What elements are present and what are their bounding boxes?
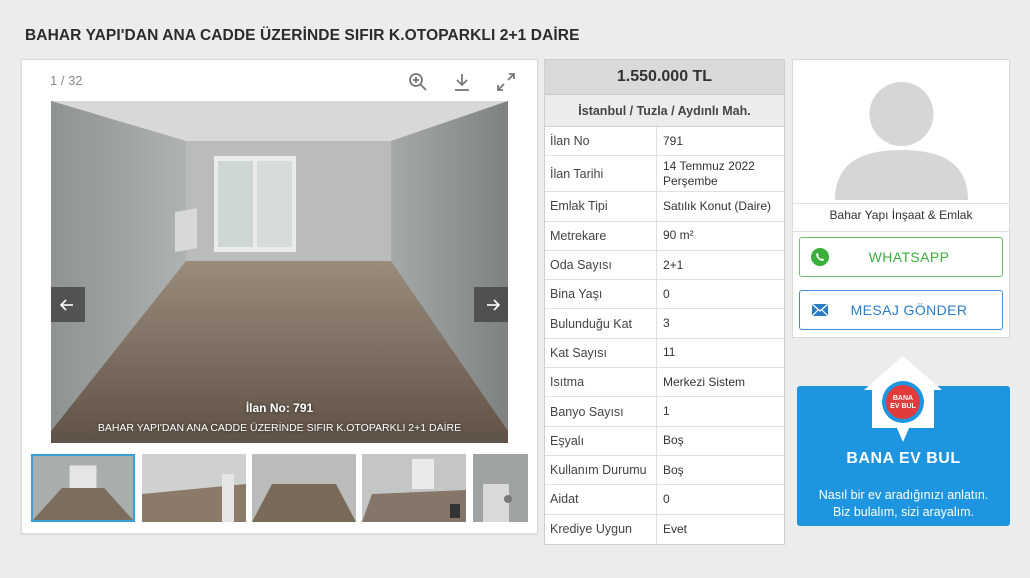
zoom-in-icon[interactable] <box>406 70 430 94</box>
thumbnail-5[interactable] <box>473 454 528 522</box>
send-message-button[interactable]: MESAJ GÖNDER <box>799 290 1003 330</box>
detail-label: Isıtma <box>545 368 657 397</box>
whatsapp-label: WHATSAPP <box>868 249 950 265</box>
detail-row: Kat Sayısı 11 <box>545 338 784 369</box>
thumbnail-3[interactable] <box>252 454 356 522</box>
photo-caption-title: BAHAR YAPI'DAN ANA CADDE ÜZERİNDE SIFIR … <box>97 422 462 434</box>
detail-value: Boş <box>663 462 684 477</box>
detail-row: Isıtma Merkezi Sistem <box>545 368 784 398</box>
agent-card: Bahar Yapı İnşaat & Emlak WHATSAPP MESAJ… <box>792 59 1010 338</box>
whatsapp-icon <box>810 247 830 267</box>
listing-location: İstanbul / Tuzla / Aydınlı Mah. <box>545 95 784 127</box>
detail-value: Evet <box>663 521 688 536</box>
detail-value: Merkezi Sistem <box>663 374 746 389</box>
detail-label: Kat Sayısı <box>545 338 657 368</box>
detail-label: Banyo Sayısı <box>545 397 657 426</box>
detail-value: 0 <box>663 491 670 506</box>
page-title: BAHAR YAPI'DAN ANA CADDE ÜZERİNDE SIFIR … <box>25 27 580 44</box>
detail-row: Bulunduğu Kat 3 <box>545 309 784 339</box>
detail-label: İlan No <box>545 127 657 156</box>
detail-label: İlan Tarihi <box>545 156 657 192</box>
whatsapp-button[interactable]: WHATSAPP <box>799 237 1003 277</box>
promo-text: Nasıl bir ev aradığınızı anlatın. Biz bu… <box>797 487 1010 521</box>
detail-value: 90 m² <box>663 228 694 243</box>
detail-value: 1 <box>663 404 670 419</box>
detail-row: İlan Tarihi 14 Temmuz 2022 Perşembe <box>545 156 784 193</box>
detail-label: Eşyalı <box>545 426 657 455</box>
listing-details: 1.550.000 TL İstanbul / Tuzla / Aydınlı … <box>544 59 785 545</box>
previous-photo-button[interactable] <box>51 287 85 322</box>
detail-row: Kullanım Durumu Boş <box>545 455 784 486</box>
detail-value: Satılık Konut (Daire) <box>663 198 772 213</box>
detail-label: Aidat <box>545 485 657 514</box>
download-icon[interactable] <box>450 70 474 94</box>
agent-name: Bahar Yapı İnşaat & Emlak <box>829 208 973 222</box>
promo-text-line1: Nasıl bir ev aradığınızı anlatın. <box>818 488 989 502</box>
detail-label: Krediye Uygun <box>545 514 657 544</box>
avatar <box>833 72 970 200</box>
detail-row: Krediye Uygun Evet <box>545 514 784 544</box>
find-me-a-home-banner[interactable]: BANA EV BUL BANA EV BUL Nasıl bir ev ara… <box>797 356 1010 526</box>
send-message-label: MESAJ GÖNDER <box>850 302 968 318</box>
listing-price: 1.550.000 TL <box>545 60 784 95</box>
thumbnail-2[interactable] <box>142 454 246 522</box>
detail-label: Oda Sayısı <box>545 250 657 280</box>
fullscreen-icon[interactable] <box>494 70 518 94</box>
thumbnail-1[interactable] <box>31 454 135 522</box>
house-badge-icon: BANA EV BUL <box>862 354 944 446</box>
arrow-right-icon <box>486 298 500 311</box>
divider <box>793 203 1009 204</box>
detail-row: Bina Yaşı 0 <box>545 280 784 310</box>
detail-value: 0 <box>663 286 670 301</box>
detail-label: Kullanım Durumu <box>545 455 657 485</box>
arrow-left-icon <box>59 298 73 311</box>
detail-row: Aidat 0 <box>545 485 784 515</box>
detail-row: İlan No 791 <box>545 127 784 157</box>
detail-row: Banyo Sayısı 1 <box>545 397 784 427</box>
detail-value: 791 <box>663 133 684 148</box>
photo-counter: 1 / 32 <box>50 73 83 88</box>
detail-label: Emlak Tipi <box>545 192 657 221</box>
envelope-icon <box>810 300 830 320</box>
detail-value: 3 <box>663 316 670 331</box>
photo-gallery: 1 / 32 İlan No: 791 BAHAR YAPI'DAN ANA C… <box>21 59 538 534</box>
badge-text-line1: BANA <box>893 395 913 402</box>
detail-row: Eşyalı Boş <box>545 426 784 456</box>
detail-label: Bulunduğu Kat <box>545 309 657 338</box>
detail-value: 11 <box>663 345 676 360</box>
main-photo[interactable]: İlan No: 791 BAHAR YAPI'DAN ANA CADDE ÜZ… <box>51 101 508 443</box>
detail-row: Metrekare 90 m² <box>545 221 784 251</box>
detail-label: Metrekare <box>545 221 657 250</box>
divider <box>793 231 1009 232</box>
next-photo-button[interactable] <box>474 287 508 322</box>
badge-text-line2: EV BUL <box>890 403 916 410</box>
detail-row: Emlak Tipi Satılık Konut (Daire) <box>545 192 784 222</box>
promo-text-line2: Biz bulalım, sizi arayalım. <box>832 505 974 519</box>
thumbnail-4[interactable] <box>362 454 466 522</box>
detail-value: 2+1 <box>663 257 684 272</box>
detail-row: Oda Sayısı 2+1 <box>545 250 784 281</box>
promo-title: BANA EV BUL <box>846 450 961 467</box>
detail-label: Bina Yaşı <box>545 280 657 309</box>
photo-caption-id: İlan No: 791 <box>245 401 314 415</box>
room-photo <box>51 101 508 443</box>
thumbnail-strip <box>31 453 528 525</box>
detail-value: 14 Temmuz 2022 Perşembe <box>663 158 755 188</box>
detail-value: Boş <box>663 433 684 448</box>
